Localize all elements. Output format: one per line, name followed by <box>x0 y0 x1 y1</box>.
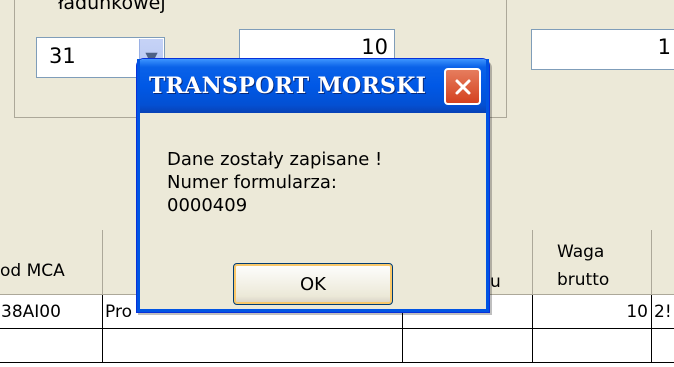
table-cell-empty[interactable] <box>103 329 403 363</box>
dialog-message-line2: Numer formularza: <box>167 172 337 193</box>
column-header-next[interactable] <box>652 230 674 295</box>
close-button[interactable] <box>444 68 481 105</box>
message-dialog: TRANSPORT MORSKI Dane zostały zapisane !… <box>136 58 490 313</box>
groupbox-divider <box>506 0 507 118</box>
table-cell-code[interactable]: 38AI00 <box>0 295 103 329</box>
ok-button[interactable]: OK <box>233 263 393 305</box>
column-header-weight[interactable]: Waga brutto <box>533 230 652 295</box>
third-field-value: 1 <box>657 35 671 59</box>
close-icon <box>455 79 470 94</box>
table-cell-empty[interactable] <box>652 329 674 363</box>
table-cell-empty[interactable] <box>0 329 103 363</box>
third-field[interactable]: 1 <box>531 29 674 70</box>
dialog-title: TRANSPORT MORSKI <box>149 73 427 99</box>
quantity-value: 10 <box>361 35 388 59</box>
column-header-code[interactable]: od MCA <box>0 230 103 295</box>
dialog-message-line1: Dane zostały zapisane ! <box>167 149 383 170</box>
cargo-label: ładunkowej <box>58 0 166 14</box>
table-cell-empty[interactable] <box>533 329 652 363</box>
table-cell-next[interactable]: 2! <box>652 295 674 329</box>
table-cell-empty[interactable] <box>403 329 533 363</box>
dialog-titlebar[interactable]: TRANSPORT MORSKI <box>137 59 489 113</box>
groupbox-left-edge <box>14 0 15 118</box>
table-cell-weight[interactable]: 10 <box>533 295 652 329</box>
day-combobox-value: 31 <box>49 44 76 68</box>
dialog-message-line3: 0000409 <box>167 195 248 216</box>
